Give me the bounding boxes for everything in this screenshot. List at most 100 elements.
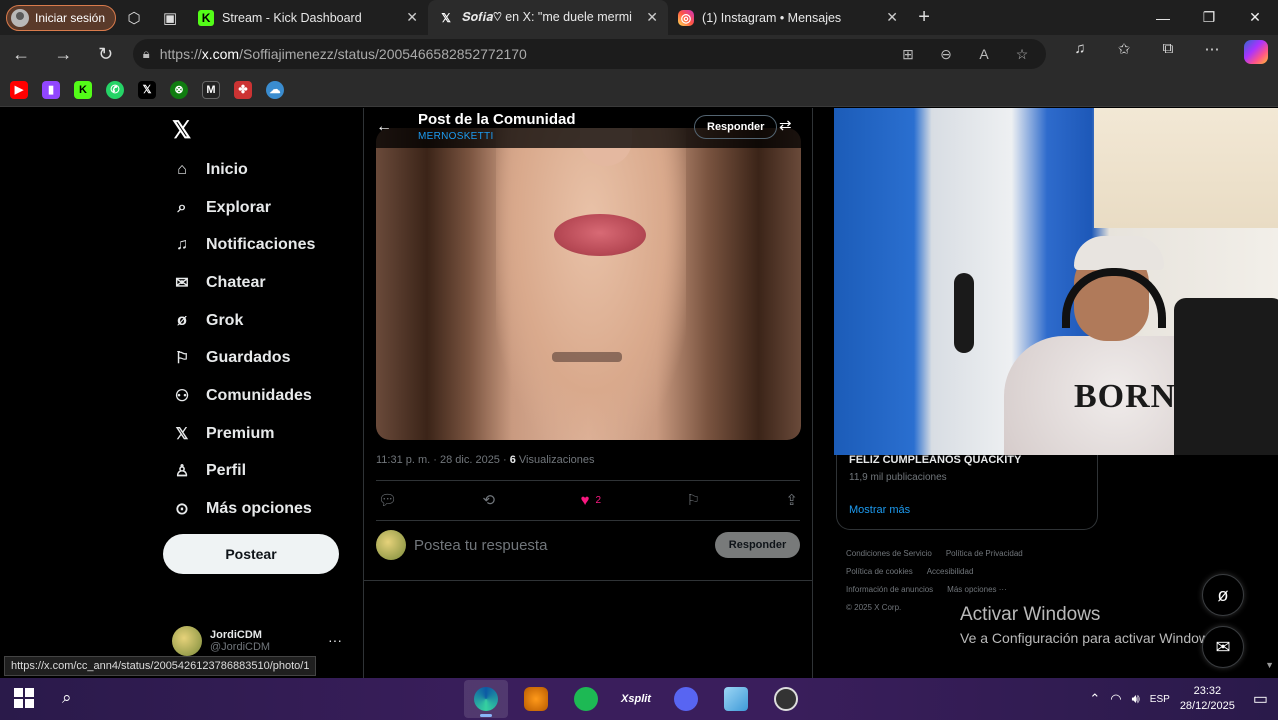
sidebar-item-inicio[interactable]: ⌂ Inicio bbox=[172, 151, 248, 189]
obs-icon[interactable] bbox=[764, 680, 808, 718]
favorites-icon[interactable]: ✩ bbox=[1102, 40, 1146, 68]
sliders-icon[interactable]: ⇄ bbox=[779, 116, 792, 134]
account-switcher[interactable]: JordiCDM @JordiCDM ··· bbox=[172, 626, 352, 656]
close-window-icon[interactable]: ✕ bbox=[1232, 0, 1278, 35]
post-meta: 11:31 p. m. · 28 dic. 2025 · 6 Visualiza… bbox=[376, 454, 595, 466]
show-more-link[interactable]: Mostrar más bbox=[849, 504, 910, 516]
grok-fab[interactable]: ø bbox=[1202, 574, 1244, 616]
reply-button[interactable]: Responder bbox=[715, 532, 800, 558]
read-aloud-icon[interactable]: A bbox=[970, 46, 998, 62]
sidebar-item-perfil[interactable]: ♙ Perfil bbox=[172, 452, 246, 490]
chevron-up-icon[interactable]: ⌃ bbox=[1089, 691, 1100, 707]
xbox-icon[interactable]: ⊗ bbox=[170, 80, 188, 99]
sidebar-item-premium[interactable]: 𝕏 Premium bbox=[172, 415, 275, 453]
footer-link[interactable]: Información de anuncios bbox=[846, 585, 933, 594]
more-icon[interactable]: ··· bbox=[328, 632, 342, 648]
back-icon[interactable]: ← bbox=[0, 35, 42, 73]
notifications-icon[interactable]: ▭ bbox=[1253, 689, 1268, 709]
favorite-star-icon[interactable]: ☆ bbox=[1008, 46, 1036, 63]
reply-input[interactable]: Postea tu respuesta bbox=[414, 537, 715, 554]
search-icon: ⌕ bbox=[177, 199, 187, 216]
edge-icon[interactable] bbox=[464, 680, 508, 718]
tab-kick[interactable]: K Stream - Kick Dashboard ✕ bbox=[188, 0, 428, 35]
repost-icon[interactable]: ⟲ bbox=[483, 491, 496, 509]
sidebar-item-label: Premium bbox=[206, 425, 275, 442]
clock[interactable]: 23:32 28/12/2025 bbox=[1180, 684, 1235, 714]
post-button[interactable]: Postear bbox=[163, 534, 339, 574]
footer-link[interactable]: Más opciones ··· bbox=[947, 585, 1007, 594]
sidebar-item-mas-opciones[interactable]: ⊙ Más opciones bbox=[172, 490, 312, 528]
zoom-icon[interactable]: ⊖ bbox=[932, 46, 960, 63]
community-name[interactable]: MERNOSKETTI bbox=[418, 131, 494, 142]
browser-essentials-icon[interactable]: ♫ bbox=[1058, 40, 1102, 68]
new-tab-button[interactable]: + bbox=[908, 6, 940, 29]
kick-icon[interactable]: K bbox=[74, 80, 92, 99]
bookmark-icon[interactable]: ⚐ bbox=[687, 491, 700, 509]
back-arrow-icon[interactable]: ← bbox=[376, 118, 392, 136]
reply-icon[interactable]: 💬︎ bbox=[378, 491, 397, 509]
puzzle-icon[interactable]: ✤ bbox=[234, 80, 252, 99]
close-icon[interactable]: ✕ bbox=[406, 9, 418, 26]
youtube-icon[interactable]: ▶ bbox=[10, 80, 28, 99]
refresh-icon[interactable]: ↻ bbox=[85, 35, 127, 73]
windows-start-icon[interactable] bbox=[14, 688, 34, 708]
post-time[interactable]: 11:31 p. m. · 28 dic. 2025 · bbox=[376, 454, 510, 466]
cloud-icon[interactable]: ☁ bbox=[266, 80, 284, 99]
spotify-icon[interactable] bbox=[564, 680, 608, 718]
sidebar-item-comunidades[interactable]: ⚇ Comunidades bbox=[172, 377, 312, 415]
footer-link[interactable]: Condiciones de Servicio bbox=[846, 549, 932, 558]
address-bar[interactable]: 🔒︎ https://x.com/Soffiajimenezz/status/2… bbox=[132, 39, 1047, 69]
forward-icon[interactable]: → bbox=[42, 35, 84, 73]
whatsapp-icon[interactable]: ✆ bbox=[106, 80, 124, 99]
tab-x-post[interactable]: 𝕏 𝑺𝒐𝒇𝒊𝒂♡︎ en X: "me duele mermi ✕ bbox=[428, 0, 669, 35]
profile-button[interactable]: Iniciar sesión bbox=[6, 4, 117, 31]
discord-icon[interactable] bbox=[664, 680, 708, 718]
minimize-icon[interactable]: — bbox=[1140, 0, 1186, 35]
twitch-icon[interactable]: ▮ bbox=[42, 80, 60, 99]
sidebar-item-guardados[interactable]: ⚐ Guardados bbox=[172, 339, 291, 377]
photo-skin bbox=[496, 128, 686, 440]
footer-link[interactable]: Accesibilidad bbox=[927, 567, 974, 576]
collections-icon[interactable]: ⧉ bbox=[1146, 40, 1190, 68]
trend-title[interactable]: FELIZ CUMPLEAÑOS QUACKITY bbox=[849, 454, 1021, 466]
x-logo-icon[interactable]: 𝕏 bbox=[172, 116, 191, 145]
tab-actions-icon[interactable]: ▣ bbox=[152, 0, 188, 35]
sidebar-item-chatear[interactable]: ✉ Chatear bbox=[172, 264, 266, 302]
footer-link[interactable]: Política de Privacidad bbox=[946, 549, 1023, 558]
sidebar: 𝕏 ⌂ Inicio ⌕ Explorar ♫ Notificaciones ✉… bbox=[160, 108, 360, 678]
trend-count: 11,9 mil publicaciones bbox=[849, 472, 947, 483]
tab-instagram[interactable]: ◎ (1) Instagram • Mensajes ✕ bbox=[668, 0, 908, 35]
account-name: JordiCDM bbox=[210, 629, 262, 641]
close-icon[interactable]: ✕ bbox=[886, 9, 898, 26]
workspaces-icon[interactable]: ⬡ bbox=[116, 0, 152, 35]
m-icon[interactable]: M bbox=[202, 80, 220, 99]
volume-icon[interactable]: 🔊︎ bbox=[1132, 691, 1140, 707]
shirt-print: BORN bbox=[1074, 378, 1177, 415]
apps-icon[interactable]: ⊞ bbox=[894, 46, 922, 63]
lock-icon[interactable]: 🔒︎ bbox=[143, 46, 150, 62]
sidebar-item-explorar[interactable]: ⌕ Explorar bbox=[172, 189, 271, 227]
post-photo[interactable] bbox=[376, 128, 801, 440]
fl-studio-icon[interactable] bbox=[514, 680, 558, 718]
like-button[interactable]: ♥ 2 bbox=[581, 492, 601, 509]
sidebar-item-label: Chatear bbox=[206, 274, 266, 291]
language-indicator[interactable]: ESP bbox=[1150, 694, 1170, 705]
notepad-icon[interactable] bbox=[714, 680, 758, 718]
close-icon[interactable]: ✕ bbox=[646, 9, 658, 26]
reply-header-button[interactable]: Responder bbox=[694, 115, 778, 139]
messages-fab[interactable]: ✉ bbox=[1202, 626, 1244, 668]
wifi-icon[interactable]: ◠ bbox=[1110, 691, 1121, 707]
x-icon[interactable]: 𝕏 bbox=[138, 80, 156, 99]
share-icon[interactable]: ⇪ bbox=[785, 491, 798, 509]
copilot-icon[interactable] bbox=[1234, 40, 1278, 68]
footer-link[interactable]: Política de cookies bbox=[846, 567, 913, 576]
sidebar-item-grok[interactable]: ø Grok bbox=[172, 302, 243, 340]
restore-icon[interactable]: ❐ bbox=[1186, 0, 1232, 35]
search-icon[interactable]: ⌕ bbox=[62, 688, 72, 708]
scroll-down-icon[interactable]: ▼ bbox=[1265, 660, 1274, 670]
settings-more-icon[interactable]: ⋯ bbox=[1190, 40, 1234, 68]
sidebar-item-notificaciones[interactable]: ♫ Notificaciones bbox=[172, 226, 315, 264]
page-title: Post de la Comunidad bbox=[418, 111, 576, 128]
tab-title: 𝑺𝒐𝒇𝒊𝒂♡︎ en X: "me duele mermi bbox=[462, 10, 632, 24]
xsplit-icon[interactable]: Xsplit bbox=[614, 680, 658, 718]
